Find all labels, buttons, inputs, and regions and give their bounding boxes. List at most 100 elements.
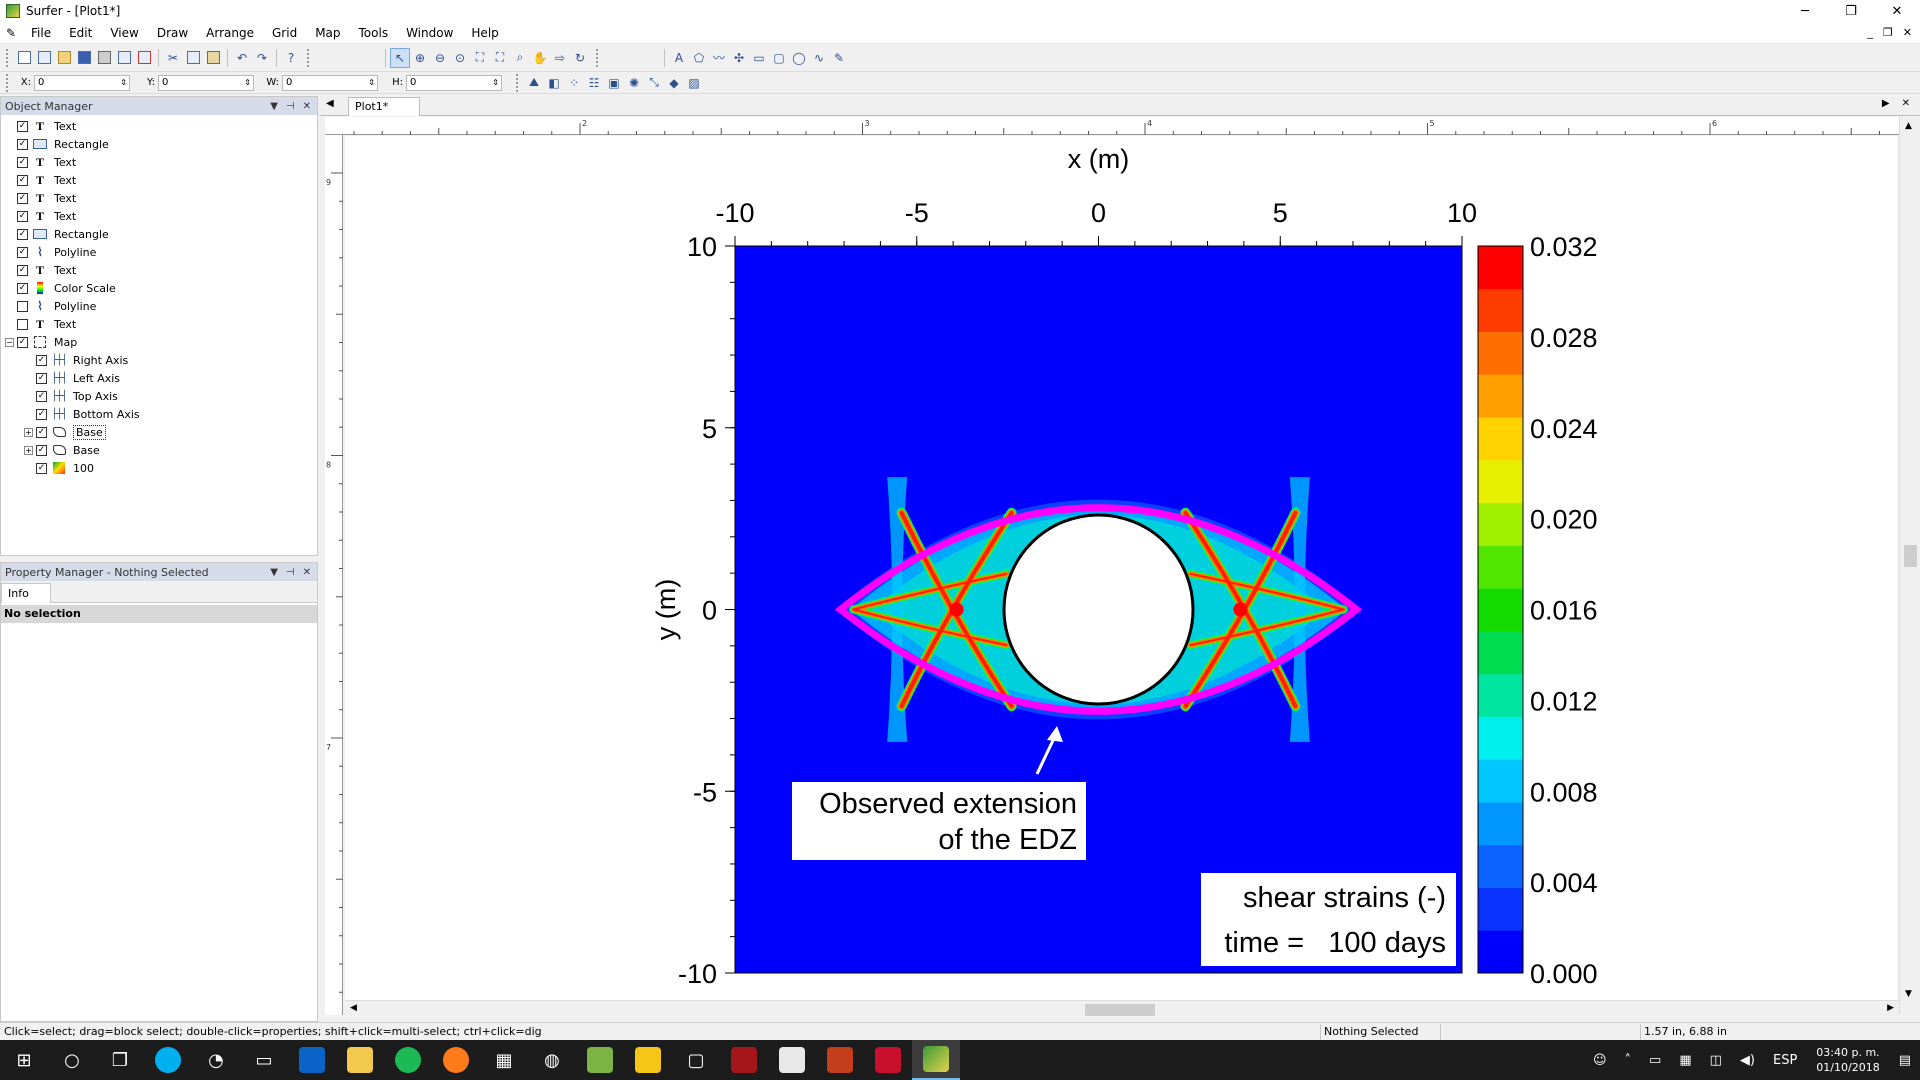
plot-canvas[interactable]: 0.032 0.028 0.024 0.020 0.016 0.012 0.008 0.004… bbox=[345, 136, 1897, 1001]
firefox-icon[interactable] bbox=[432, 1040, 480, 1080]
tree-item-base[interactable]: + ✓ Base bbox=[5, 441, 315, 459]
visibility-checkbox[interactable]: ✓ bbox=[36, 462, 47, 474]
visibility-checkbox[interactable]: ✓ bbox=[17, 228, 28, 240]
document-close-icon[interactable]: ✕ bbox=[1902, 98, 1910, 109]
clock[interactable]: 03:40 p. m. 01/10/2018 bbox=[1806, 1045, 1889, 1075]
visibility-checkbox[interactable]: ✓ bbox=[17, 336, 28, 348]
surfer-taskbar-icon[interactable] bbox=[912, 1040, 960, 1080]
visibility-checkbox[interactable]: ✓ bbox=[17, 120, 28, 132]
menu-window[interactable]: Window bbox=[397, 22, 462, 44]
tips-icon[interactable] bbox=[624, 1040, 672, 1080]
tree-item-right-axis[interactable]: ✓ ├┼┤ Right Axis bbox=[5, 351, 315, 369]
tree-item-rectangle[interactable]: ✓ Rectangle bbox=[5, 135, 315, 153]
pan-icon[interactable]: ✋ bbox=[530, 48, 550, 68]
x-input[interactable]: 0 ⇕ bbox=[34, 74, 130, 91]
autocad-icon[interactable] bbox=[864, 1040, 912, 1080]
tab-plot1[interactable]: Plot1* bbox=[348, 97, 420, 116]
h-spinner-icon[interactable]: ⇕ bbox=[492, 76, 499, 90]
forward-icon[interactable]: ⇨ bbox=[550, 48, 570, 68]
tree-item-polyline[interactable]: ⌇ Polyline bbox=[5, 297, 315, 315]
symbol-tool-icon[interactable]: ✣ bbox=[729, 48, 749, 68]
menu-draw[interactable]: Draw bbox=[148, 22, 197, 44]
select-pointer-icon[interactable]: ↖ bbox=[390, 47, 410, 68]
tree-item-map[interactable]: − ✓ Map bbox=[5, 333, 315, 351]
base-map-icon[interactable]: ◧ bbox=[544, 73, 564, 93]
mdi-minimize-button[interactable]: _ bbox=[1867, 26, 1873, 39]
visibility-checkbox[interactable] bbox=[17, 300, 28, 312]
pin-icon[interactable]: ⊣ bbox=[286, 101, 295, 112]
visibility-checkbox[interactable]: ✓ bbox=[36, 444, 47, 456]
new-icon[interactable] bbox=[14, 48, 34, 68]
visibility-checkbox[interactable]: ✓ bbox=[17, 192, 28, 204]
undo-icon[interactable]: ↶ bbox=[232, 48, 252, 68]
connect-icon[interactable]: ▢ bbox=[672, 1040, 720, 1080]
scroll-down-icon[interactable]: ▼ bbox=[1905, 989, 1912, 999]
outlook-icon[interactable] bbox=[288, 1040, 336, 1080]
skype-icon[interactable] bbox=[144, 1040, 192, 1080]
cut-icon[interactable]: ✂ bbox=[163, 48, 183, 68]
rectangle-tool-icon[interactable]: ▭ bbox=[749, 48, 769, 68]
pin-icon[interactable]: ⊣ bbox=[286, 567, 295, 578]
volume-icon[interactable]: ◀) bbox=[1731, 1053, 1764, 1068]
visibility-checkbox[interactable]: ✓ bbox=[17, 264, 28, 276]
visibility-checkbox[interactable] bbox=[17, 318, 28, 330]
scroll-right-icon[interactable]: ▶ bbox=[1887, 1003, 1894, 1013]
image-map-icon[interactable]: ▣ bbox=[604, 73, 624, 93]
app-tray-icon[interactable]: ▦ bbox=[1670, 1053, 1700, 1068]
help-icon[interactable]: ? bbox=[281, 48, 301, 68]
x-spinner-icon[interactable]: ⇕ bbox=[120, 76, 127, 90]
open-icon[interactable] bbox=[54, 48, 74, 68]
vertical-scrollbar[interactable]: ▲ ▼ bbox=[1899, 117, 1920, 1015]
search-icon[interactable]: ○ bbox=[48, 1040, 96, 1080]
scroll-left-icon[interactable]: ◀ bbox=[350, 1003, 357, 1013]
panel-close-icon[interactable]: ✕ bbox=[303, 101, 311, 112]
y-spinner-icon[interactable]: ⇕ bbox=[244, 76, 251, 90]
tree-expander-icon[interactable]: + bbox=[24, 427, 33, 437]
print-icon[interactable] bbox=[94, 48, 114, 68]
ellipse-tool-icon[interactable]: ◯ bbox=[789, 48, 809, 68]
redraw-icon[interactable]: ↻ bbox=[570, 48, 590, 68]
rounded-rectangle-tool-icon[interactable]: ▢ bbox=[769, 48, 789, 68]
panel-dropdown-icon[interactable]: ▼ bbox=[270, 567, 278, 578]
h-input[interactable]: 0 ⇕ bbox=[406, 74, 502, 91]
network-icon[interactable]: ◫ bbox=[1701, 1053, 1731, 1068]
copy-icon[interactable] bbox=[183, 48, 203, 68]
save-icon[interactable] bbox=[74, 48, 94, 68]
mdi-close-button[interactable]: ✕ bbox=[1903, 26, 1912, 39]
horizontal-scrollbar[interactable]: ◀ ▶ bbox=[345, 1000, 1899, 1017]
powerpoint-icon[interactable] bbox=[816, 1040, 864, 1080]
new-worksheet-icon[interactable] bbox=[34, 48, 54, 68]
mdi-restore-button[interactable]: ❐ bbox=[1883, 26, 1893, 39]
restore-button[interactable]: ❐ bbox=[1828, 0, 1874, 22]
file-explorer-icon[interactable] bbox=[336, 1040, 384, 1080]
menu-file[interactable]: File bbox=[22, 22, 60, 44]
visibility-checkbox[interactable]: ✓ bbox=[36, 390, 47, 402]
w-input[interactable]: 0 ⇕ bbox=[282, 74, 378, 91]
acrobat-icon[interactable] bbox=[768, 1040, 816, 1080]
zoom-out-icon[interactable]: ⊖ bbox=[430, 48, 450, 68]
notes-app-icon[interactable]: ▭ bbox=[240, 1040, 288, 1080]
text-tool-icon[interactable]: A bbox=[669, 48, 689, 68]
tree-item-text[interactable]: ✓ T Text bbox=[5, 153, 315, 171]
classed-post-icon[interactable]: ☷ bbox=[584, 73, 604, 93]
visibility-checkbox[interactable]: ✓ bbox=[17, 156, 28, 168]
tree-item-text[interactable]: T Text bbox=[5, 315, 315, 333]
shaded-relief-icon[interactable]: ✺ bbox=[624, 73, 644, 93]
close-button[interactable]: ✕ bbox=[1874, 0, 1920, 22]
spline-tool-icon[interactable]: ∿ bbox=[809, 48, 829, 68]
tab-scroll-left-icon[interactable]: ◀ bbox=[326, 98, 334, 109]
people-icon[interactable]: ☺ bbox=[1584, 1053, 1616, 1068]
tree-item-color-scale[interactable]: ✓ Color Scale bbox=[5, 279, 315, 297]
horizontal-scroll-thumb[interactable] bbox=[1085, 1004, 1155, 1016]
tree-item-text[interactable]: ✓ T Text bbox=[5, 189, 315, 207]
calculator-icon[interactable]: ▦ bbox=[480, 1040, 528, 1080]
zoom-fit-icon[interactable]: ⛶ bbox=[470, 48, 490, 68]
menu-help[interactable]: Help bbox=[462, 22, 507, 44]
paste-icon[interactable] bbox=[203, 48, 223, 68]
menu-map[interactable]: Map bbox=[306, 22, 349, 44]
tab-scroll-right-icon[interactable]: ▶ bbox=[1882, 98, 1890, 109]
pdf-icon[interactable] bbox=[134, 48, 154, 68]
vector-map-icon[interactable]: ⤡ bbox=[644, 73, 664, 93]
menu-edit[interactable]: Edit bbox=[60, 22, 101, 44]
tree-item-bottom-axis[interactable]: ✓ ├┼┤ Bottom Axis bbox=[5, 405, 315, 423]
